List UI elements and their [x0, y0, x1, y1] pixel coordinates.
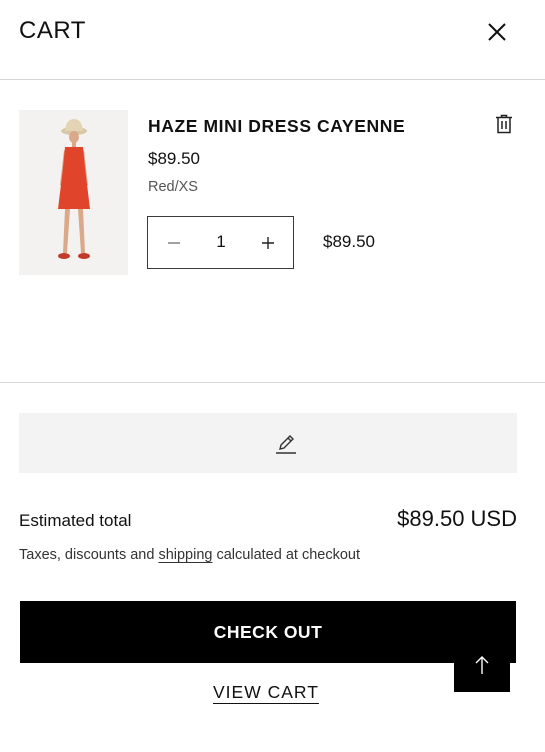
- quantity-input[interactable]: 1: [202, 232, 240, 252]
- plus-icon[interactable]: [256, 230, 280, 256]
- product-name[interactable]: HAZE MINI DRESS CAYENNE: [148, 116, 405, 137]
- tax-note-prefix: Taxes, discounts and: [19, 547, 159, 563]
- order-note-button[interactable]: [19, 413, 517, 473]
- view-cart-link[interactable]: VIEW CART: [213, 682, 319, 703]
- cart-item: HAZE MINI DRESS CAYENNE $89.50 Red/XS 1 …: [0, 81, 545, 383]
- trash-icon[interactable]: [492, 112, 516, 136]
- cart-header: CART: [0, 0, 545, 80]
- estimated-total-label: Estimated total: [19, 511, 132, 530]
- pencil-icon: [276, 435, 296, 454]
- minus-icon[interactable]: [162, 230, 186, 256]
- estimated-total-value: $89.50 USD: [397, 506, 517, 531]
- product-variant: Red/XS: [148, 179, 198, 195]
- line-total: $89.50: [323, 232, 375, 251]
- quantity-stepper: 1: [147, 216, 294, 269]
- tax-note: Taxes, discounts and shipping calculated…: [19, 547, 360, 563]
- product-price: $89.50: [148, 149, 200, 168]
- product-image[interactable]: [19, 110, 128, 275]
- close-icon[interactable]: [483, 18, 511, 46]
- checkout-button[interactable]: CHECK OUT: [20, 601, 516, 663]
- arrow-up-icon: [475, 656, 489, 674]
- tax-note-suffix: calculated at checkout: [212, 547, 360, 563]
- cart-title: CART: [19, 17, 86, 44]
- shipping-link[interactable]: shipping: [158, 547, 212, 563]
- scroll-to-top-button[interactable]: [454, 639, 510, 692]
